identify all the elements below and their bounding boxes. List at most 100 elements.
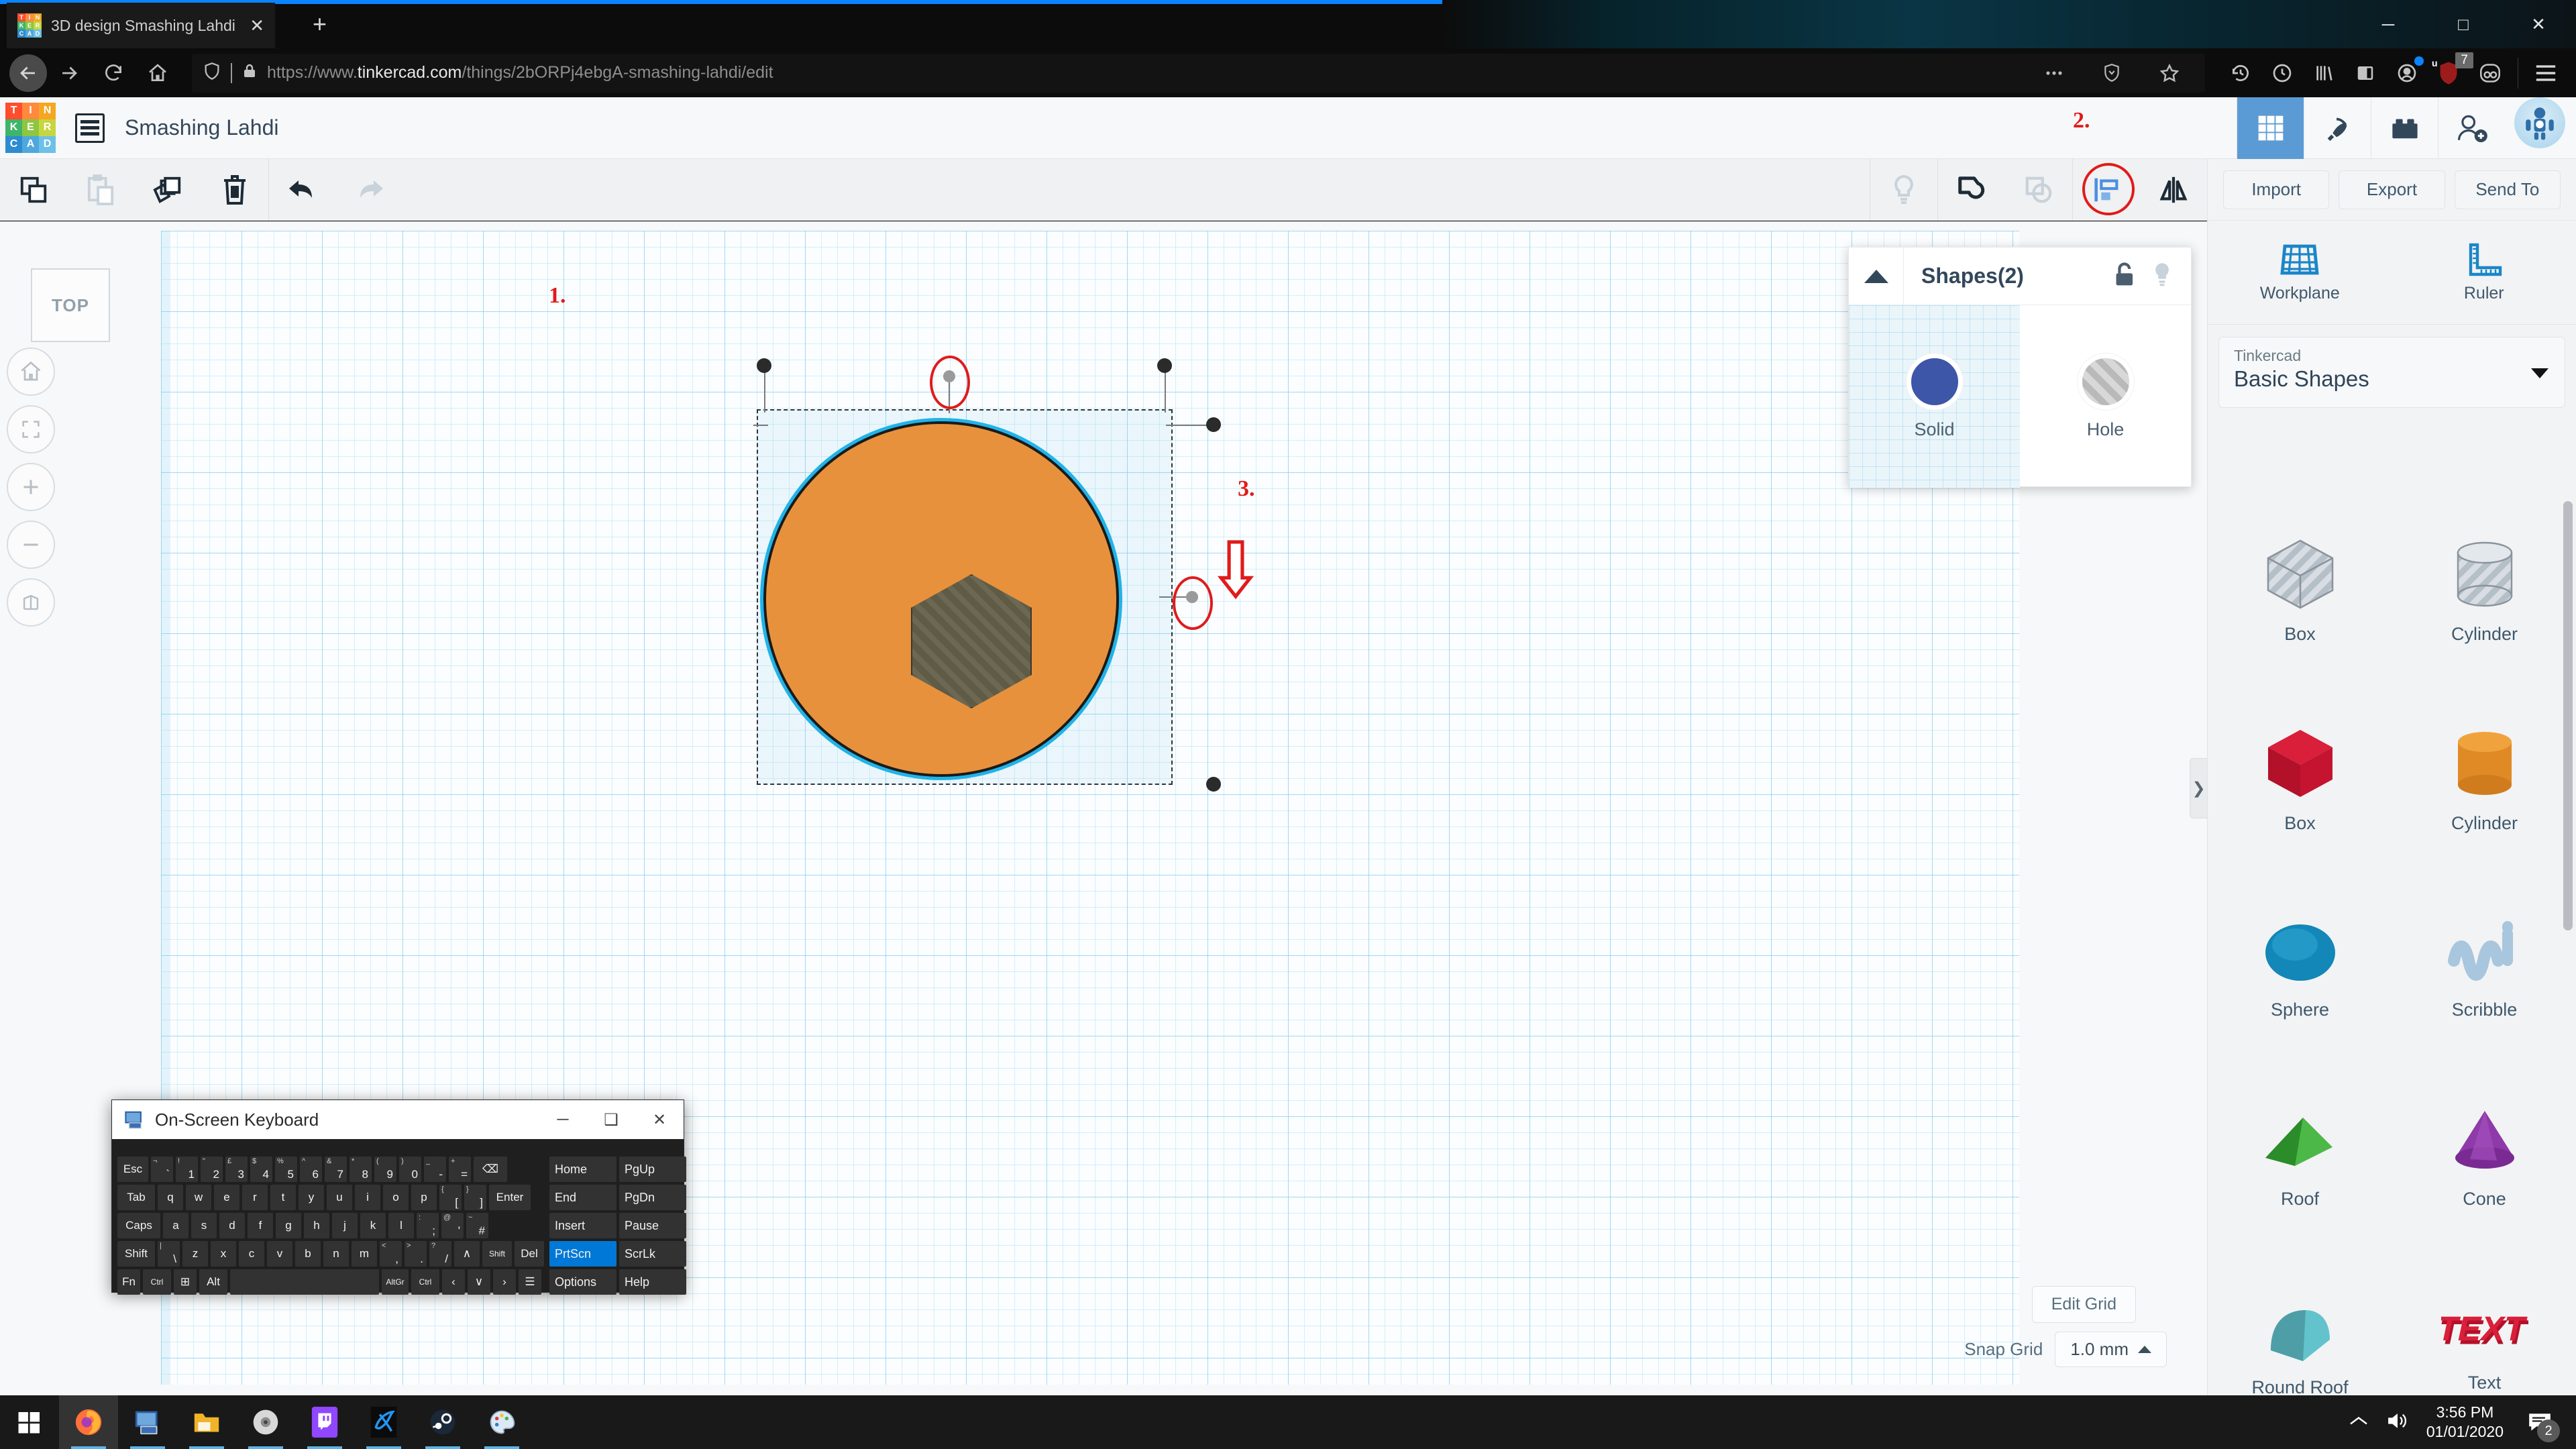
osk-key[interactable]: b bbox=[295, 1241, 321, 1267]
osk-key[interactable]: " 2 bbox=[201, 1157, 223, 1182]
osk-key[interactable]: e bbox=[214, 1185, 239, 1210]
osk-key[interactable]: :; bbox=[417, 1213, 439, 1238]
osk-key[interactable]: h bbox=[304, 1213, 329, 1238]
osk-key[interactable]: ‹ bbox=[442, 1269, 465, 1295]
osk-key[interactable]: a bbox=[163, 1213, 189, 1238]
perspective-toggle-button[interactable] bbox=[7, 578, 55, 627]
zoom-in-button[interactable] bbox=[7, 463, 55, 511]
osk-nav-key[interactable]: Pause bbox=[619, 1213, 686, 1238]
taskbar-steam-icon[interactable] bbox=[413, 1395, 472, 1449]
osk-key[interactable]: & 7 bbox=[325, 1157, 347, 1182]
shape-library-grid[interactable]: Box Cylinder Box Cylinder Sphere Scribbl… bbox=[2208, 494, 2576, 1395]
osk-key[interactable]: Ctrl bbox=[411, 1269, 439, 1295]
invite-people-button[interactable] bbox=[2438, 97, 2505, 159]
popup-collapse-icon[interactable] bbox=[1849, 247, 1904, 305]
osk-key[interactable]: Tab bbox=[117, 1185, 155, 1210]
tool-workplane[interactable]: Workplane bbox=[2208, 221, 2392, 324]
account-icon[interactable] bbox=[2386, 52, 2428, 94]
corner-handle-top-right[interactable] bbox=[1157, 358, 1172, 373]
view-cube[interactable]: TOP bbox=[31, 268, 110, 342]
osk-key[interactable]: AltGr bbox=[382, 1269, 409, 1295]
osk-key[interactable]: @ ' bbox=[441, 1213, 464, 1238]
duplicate-button[interactable] bbox=[134, 159, 201, 221]
corner-handle-bottom-right[interactable] bbox=[1206, 777, 1221, 792]
osk-key[interactable]: (9 bbox=[374, 1157, 396, 1182]
copy-button[interactable] bbox=[0, 159, 67, 221]
osk-key[interactable]: z bbox=[182, 1241, 208, 1267]
shape-item-cone[interactable]: Cone bbox=[2392, 1062, 2576, 1251]
home-view-button[interactable] bbox=[7, 347, 55, 396]
panel-collapse-toggle[interactable]: ❯ bbox=[2190, 758, 2207, 818]
tracking-protection-icon[interactable] bbox=[2091, 52, 2133, 94]
back-button[interactable] bbox=[9, 54, 47, 92]
ublock-extension-icon[interactable]: u 7 bbox=[2428, 52, 2473, 94]
osk-key[interactable]: {[ bbox=[439, 1185, 462, 1210]
osk-key[interactable]: % 5 bbox=[275, 1157, 297, 1182]
osk-nav-key[interactable]: End bbox=[549, 1185, 616, 1210]
osk-key[interactable]: p bbox=[411, 1185, 437, 1210]
osk-key[interactable]: Fn bbox=[117, 1269, 140, 1295]
undo-button[interactable] bbox=[269, 159, 336, 221]
osk-titlebar[interactable]: On-Screen Keyboard ─ ❑ ✕ bbox=[112, 1100, 684, 1139]
zoom-out-button[interactable] bbox=[7, 521, 55, 569]
group-button[interactable] bbox=[1938, 159, 2005, 221]
ungroup-button[interactable] bbox=[2005, 159, 2072, 221]
osk-key[interactable]: ∨ bbox=[468, 1269, 490, 1295]
osk-nav-key[interactable]: Home bbox=[549, 1157, 616, 1182]
osk-key[interactable]: ^ 6 bbox=[300, 1157, 322, 1182]
mirror-button[interactable] bbox=[2140, 159, 2207, 221]
window-close-button[interactable]: ✕ bbox=[2501, 0, 2576, 48]
taskbar-paint-icon[interactable] bbox=[472, 1395, 531, 1449]
osk-key[interactable]: ⌫ bbox=[474, 1157, 507, 1182]
user-avatar[interactable] bbox=[2514, 97, 2565, 148]
osk-key[interactable]: f bbox=[248, 1213, 273, 1238]
tool-ruler[interactable]: Ruler bbox=[2392, 221, 2576, 324]
osk-key[interactable]: Shift bbox=[117, 1241, 155, 1267]
volume-icon[interactable] bbox=[2386, 1411, 2409, 1434]
osk-key[interactable]: * 8 bbox=[350, 1157, 372, 1182]
tab-close-icon[interactable]: ✕ bbox=[250, 15, 264, 36]
osk-key[interactable]: u bbox=[327, 1185, 352, 1210]
fit-to-view-button[interactable] bbox=[7, 405, 55, 453]
osk-key[interactable]: x bbox=[211, 1241, 236, 1267]
osk-nav-key[interactable]: PrtScn bbox=[549, 1241, 616, 1267]
home-button[interactable] bbox=[136, 51, 180, 95]
light-bulb-icon[interactable] bbox=[1870, 159, 1937, 221]
on-screen-keyboard-window[interactable]: On-Screen Keyboard ─ ❑ ✕ Esc ¬ `! 1 " 2 £3 $4% 5… bbox=[111, 1099, 686, 1295]
osk-key[interactable]: Caps bbox=[117, 1213, 160, 1238]
osk-key[interactable]: Enter bbox=[489, 1185, 531, 1210]
light-bulb-icon[interactable] bbox=[2151, 261, 2174, 291]
delete-button[interactable] bbox=[201, 159, 268, 221]
library-icon[interactable] bbox=[2303, 52, 2345, 94]
osk-key[interactable]: g bbox=[276, 1213, 301, 1238]
design-properties-icon[interactable] bbox=[75, 113, 105, 143]
osk-key[interactable]: i bbox=[355, 1185, 380, 1210]
taskbar-twitch-icon[interactable] bbox=[295, 1395, 354, 1449]
osk-key[interactable]: s bbox=[191, 1213, 217, 1238]
clock-icon[interactable] bbox=[2261, 52, 2303, 94]
osk-nav-key[interactable]: Options bbox=[549, 1269, 616, 1295]
shape-item-scribble[interactable]: Scribble bbox=[2392, 873, 2576, 1062]
osk-key[interactable]: v bbox=[267, 1241, 292, 1267]
send-to-button[interactable]: Send To bbox=[2454, 170, 2561, 209]
osk-minimize-button[interactable]: ─ bbox=[539, 1100, 587, 1139]
new-tab-button[interactable]: + bbox=[313, 12, 327, 36]
shape-item-round-roof[interactable]: Round Roof bbox=[2208, 1251, 2392, 1395]
tab-blocks[interactable] bbox=[2371, 97, 2438, 159]
tab-3d-design[interactable] bbox=[2237, 97, 2304, 159]
sidebar-icon[interactable] bbox=[2345, 52, 2386, 94]
tinkercad-logo[interactable]: T I N K E R C A D bbox=[5, 102, 56, 154]
import-button[interactable]: Import bbox=[2223, 170, 2330, 209]
osk-nav-key[interactable]: PgUp bbox=[619, 1157, 686, 1182]
page-title[interactable]: Smashing Lahdi bbox=[125, 115, 278, 140]
taskbar-clock[interactable]: 3:56 PM 01/01/2020 bbox=[2426, 1403, 2504, 1442]
shape-item-sphere[interactable]: Sphere bbox=[2208, 873, 2392, 1062]
osk-key[interactable]: Ctrl bbox=[143, 1269, 171, 1295]
notification-center-icon[interactable]: 2 bbox=[2521, 1403, 2560, 1442]
windows-start-icon[interactable] bbox=[0, 1395, 59, 1449]
align-button[interactable] bbox=[2073, 159, 2140, 221]
osk-key[interactable]: _ - bbox=[424, 1157, 446, 1182]
tray-expand-icon[interactable] bbox=[2349, 1415, 2369, 1430]
redo-button[interactable] bbox=[336, 159, 403, 221]
osk-key[interactable]: r bbox=[242, 1185, 268, 1210]
